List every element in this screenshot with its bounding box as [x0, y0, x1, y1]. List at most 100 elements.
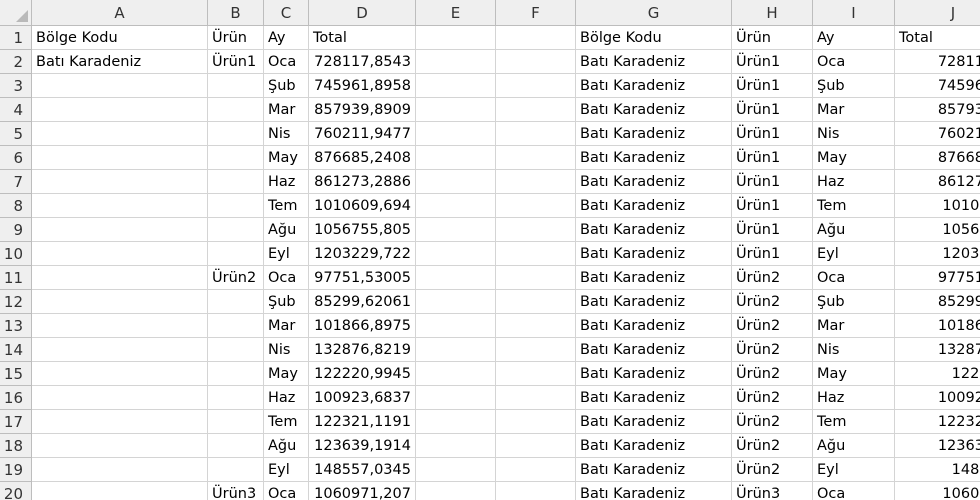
cell-j6[interactable]: 876685,2 — [895, 146, 980, 170]
cell-j4[interactable]: 857939,9 — [895, 98, 980, 122]
cell-b6[interactable] — [208, 146, 264, 170]
row-header[interactable]: 6 — [0, 146, 32, 170]
cell-j1[interactable]: Total — [895, 26, 980, 50]
cell-g12[interactable]: Batı Karadeniz — [576, 290, 732, 314]
cell-a7[interactable] — [32, 170, 208, 194]
cell-e12[interactable] — [416, 290, 496, 314]
cell-j20[interactable]: 1060971 — [895, 482, 980, 500]
cell-g20[interactable]: Batı Karadeniz — [576, 482, 732, 500]
cell-i8[interactable]: Tem — [813, 194, 895, 218]
cell-b19[interactable] — [208, 458, 264, 482]
cell-g7[interactable]: Batı Karadeniz — [576, 170, 732, 194]
cell-b16[interactable] — [208, 386, 264, 410]
cell-b3[interactable] — [208, 74, 264, 98]
cell-f11[interactable] — [496, 266, 576, 290]
cell-a16[interactable] — [32, 386, 208, 410]
cell-a15[interactable] — [32, 362, 208, 386]
cell-b20[interactable]: Ürün3 — [208, 482, 264, 500]
cell-j18[interactable]: 123639,2 — [895, 434, 980, 458]
cell-g4[interactable]: Batı Karadeniz — [576, 98, 732, 122]
cell-g1[interactable]: Bölge Kodu — [576, 26, 732, 50]
cell-c11[interactable]: Oca — [264, 266, 309, 290]
cell-e10[interactable] — [416, 242, 496, 266]
cell-e4[interactable] — [416, 98, 496, 122]
row-header[interactable]: 7 — [0, 170, 32, 194]
cell-h4[interactable]: Ürün1 — [732, 98, 813, 122]
row-header[interactable]: 15 — [0, 362, 32, 386]
cell-a3[interactable] — [32, 74, 208, 98]
cell-a14[interactable] — [32, 338, 208, 362]
row-header[interactable]: 13 — [0, 314, 32, 338]
spreadsheet-grid[interactable]: A B C D E F G H I J 1 Bölge Kodu Ürün Ay Total Bölge Ko… — [0, 0, 980, 500]
cell-a6[interactable] — [32, 146, 208, 170]
cell-a8[interactable] — [32, 194, 208, 218]
cell-b9[interactable] — [208, 218, 264, 242]
cell-c17[interactable]: Tem — [264, 410, 309, 434]
cell-i3[interactable]: Şub — [813, 74, 895, 98]
cell-d8[interactable]: 1010609,694 — [309, 194, 416, 218]
cell-c9[interactable]: Ağu — [264, 218, 309, 242]
row-header[interactable]: 20 — [0, 482, 32, 500]
cell-c5[interactable]: Nis — [264, 122, 309, 146]
cell-c8[interactable]: Tem — [264, 194, 309, 218]
row-header[interactable]: 11 — [0, 266, 32, 290]
column-header-d[interactable]: D — [309, 0, 416, 26]
select-all-corner[interactable] — [0, 0, 32, 26]
cell-f4[interactable] — [496, 98, 576, 122]
cell-a5[interactable] — [32, 122, 208, 146]
cell-i14[interactable]: Nis — [813, 338, 895, 362]
cell-e5[interactable] — [416, 122, 496, 146]
cell-b2[interactable]: Ürün1 — [208, 50, 264, 74]
cell-g8[interactable]: Batı Karadeniz — [576, 194, 732, 218]
cell-h20[interactable]: Ürün3 — [732, 482, 813, 500]
cell-g9[interactable]: Batı Karadeniz — [576, 218, 732, 242]
cell-c4[interactable]: Mar — [264, 98, 309, 122]
cell-c15[interactable]: May — [264, 362, 309, 386]
cell-a13[interactable] — [32, 314, 208, 338]
cell-g19[interactable]: Batı Karadeniz — [576, 458, 732, 482]
cell-i5[interactable]: Nis — [813, 122, 895, 146]
cell-e14[interactable] — [416, 338, 496, 362]
cell-b4[interactable] — [208, 98, 264, 122]
cell-f1[interactable] — [496, 26, 576, 50]
cell-a4[interactable] — [32, 98, 208, 122]
cell-d11[interactable]: 97751,53005 — [309, 266, 416, 290]
cell-a9[interactable] — [32, 218, 208, 242]
column-header-f[interactable]: F — [496, 0, 576, 26]
cell-j19[interactable]: 148557 — [895, 458, 980, 482]
row-header[interactable]: 10 — [0, 242, 32, 266]
row-header[interactable]: 4 — [0, 98, 32, 122]
cell-f20[interactable] — [496, 482, 576, 500]
cell-e1[interactable] — [416, 26, 496, 50]
cell-j9[interactable]: 1056756 — [895, 218, 980, 242]
cell-d3[interactable]: 745961,8958 — [309, 74, 416, 98]
cell-a17[interactable] — [32, 410, 208, 434]
cell-i20[interactable]: Oca — [813, 482, 895, 500]
cell-d5[interactable]: 760211,9477 — [309, 122, 416, 146]
cell-a18[interactable] — [32, 434, 208, 458]
cell-f10[interactable] — [496, 242, 576, 266]
cell-f8[interactable] — [496, 194, 576, 218]
cell-j5[interactable]: 760211,9 — [895, 122, 980, 146]
cell-e15[interactable] — [416, 362, 496, 386]
cell-g6[interactable]: Batı Karadeniz — [576, 146, 732, 170]
cell-a10[interactable] — [32, 242, 208, 266]
cell-i10[interactable]: Eyl — [813, 242, 895, 266]
cell-i9[interactable]: Ağu — [813, 218, 895, 242]
cell-f17[interactable] — [496, 410, 576, 434]
cell-c20[interactable]: Oca — [264, 482, 309, 500]
cell-f5[interactable] — [496, 122, 576, 146]
cell-g5[interactable]: Batı Karadeniz — [576, 122, 732, 146]
cell-j14[interactable]: 132876,8 — [895, 338, 980, 362]
cell-g14[interactable]: Batı Karadeniz — [576, 338, 732, 362]
cell-e19[interactable] — [416, 458, 496, 482]
cell-j15[interactable]: 122221 — [895, 362, 980, 386]
cell-b14[interactable] — [208, 338, 264, 362]
cell-h1[interactable]: Ürün — [732, 26, 813, 50]
cell-h17[interactable]: Ürün2 — [732, 410, 813, 434]
cell-i2[interactable]: Oca — [813, 50, 895, 74]
cell-e13[interactable] — [416, 314, 496, 338]
cell-d12[interactable]: 85299,62061 — [309, 290, 416, 314]
cell-j8[interactable]: 1010610 — [895, 194, 980, 218]
cell-b18[interactable] — [208, 434, 264, 458]
